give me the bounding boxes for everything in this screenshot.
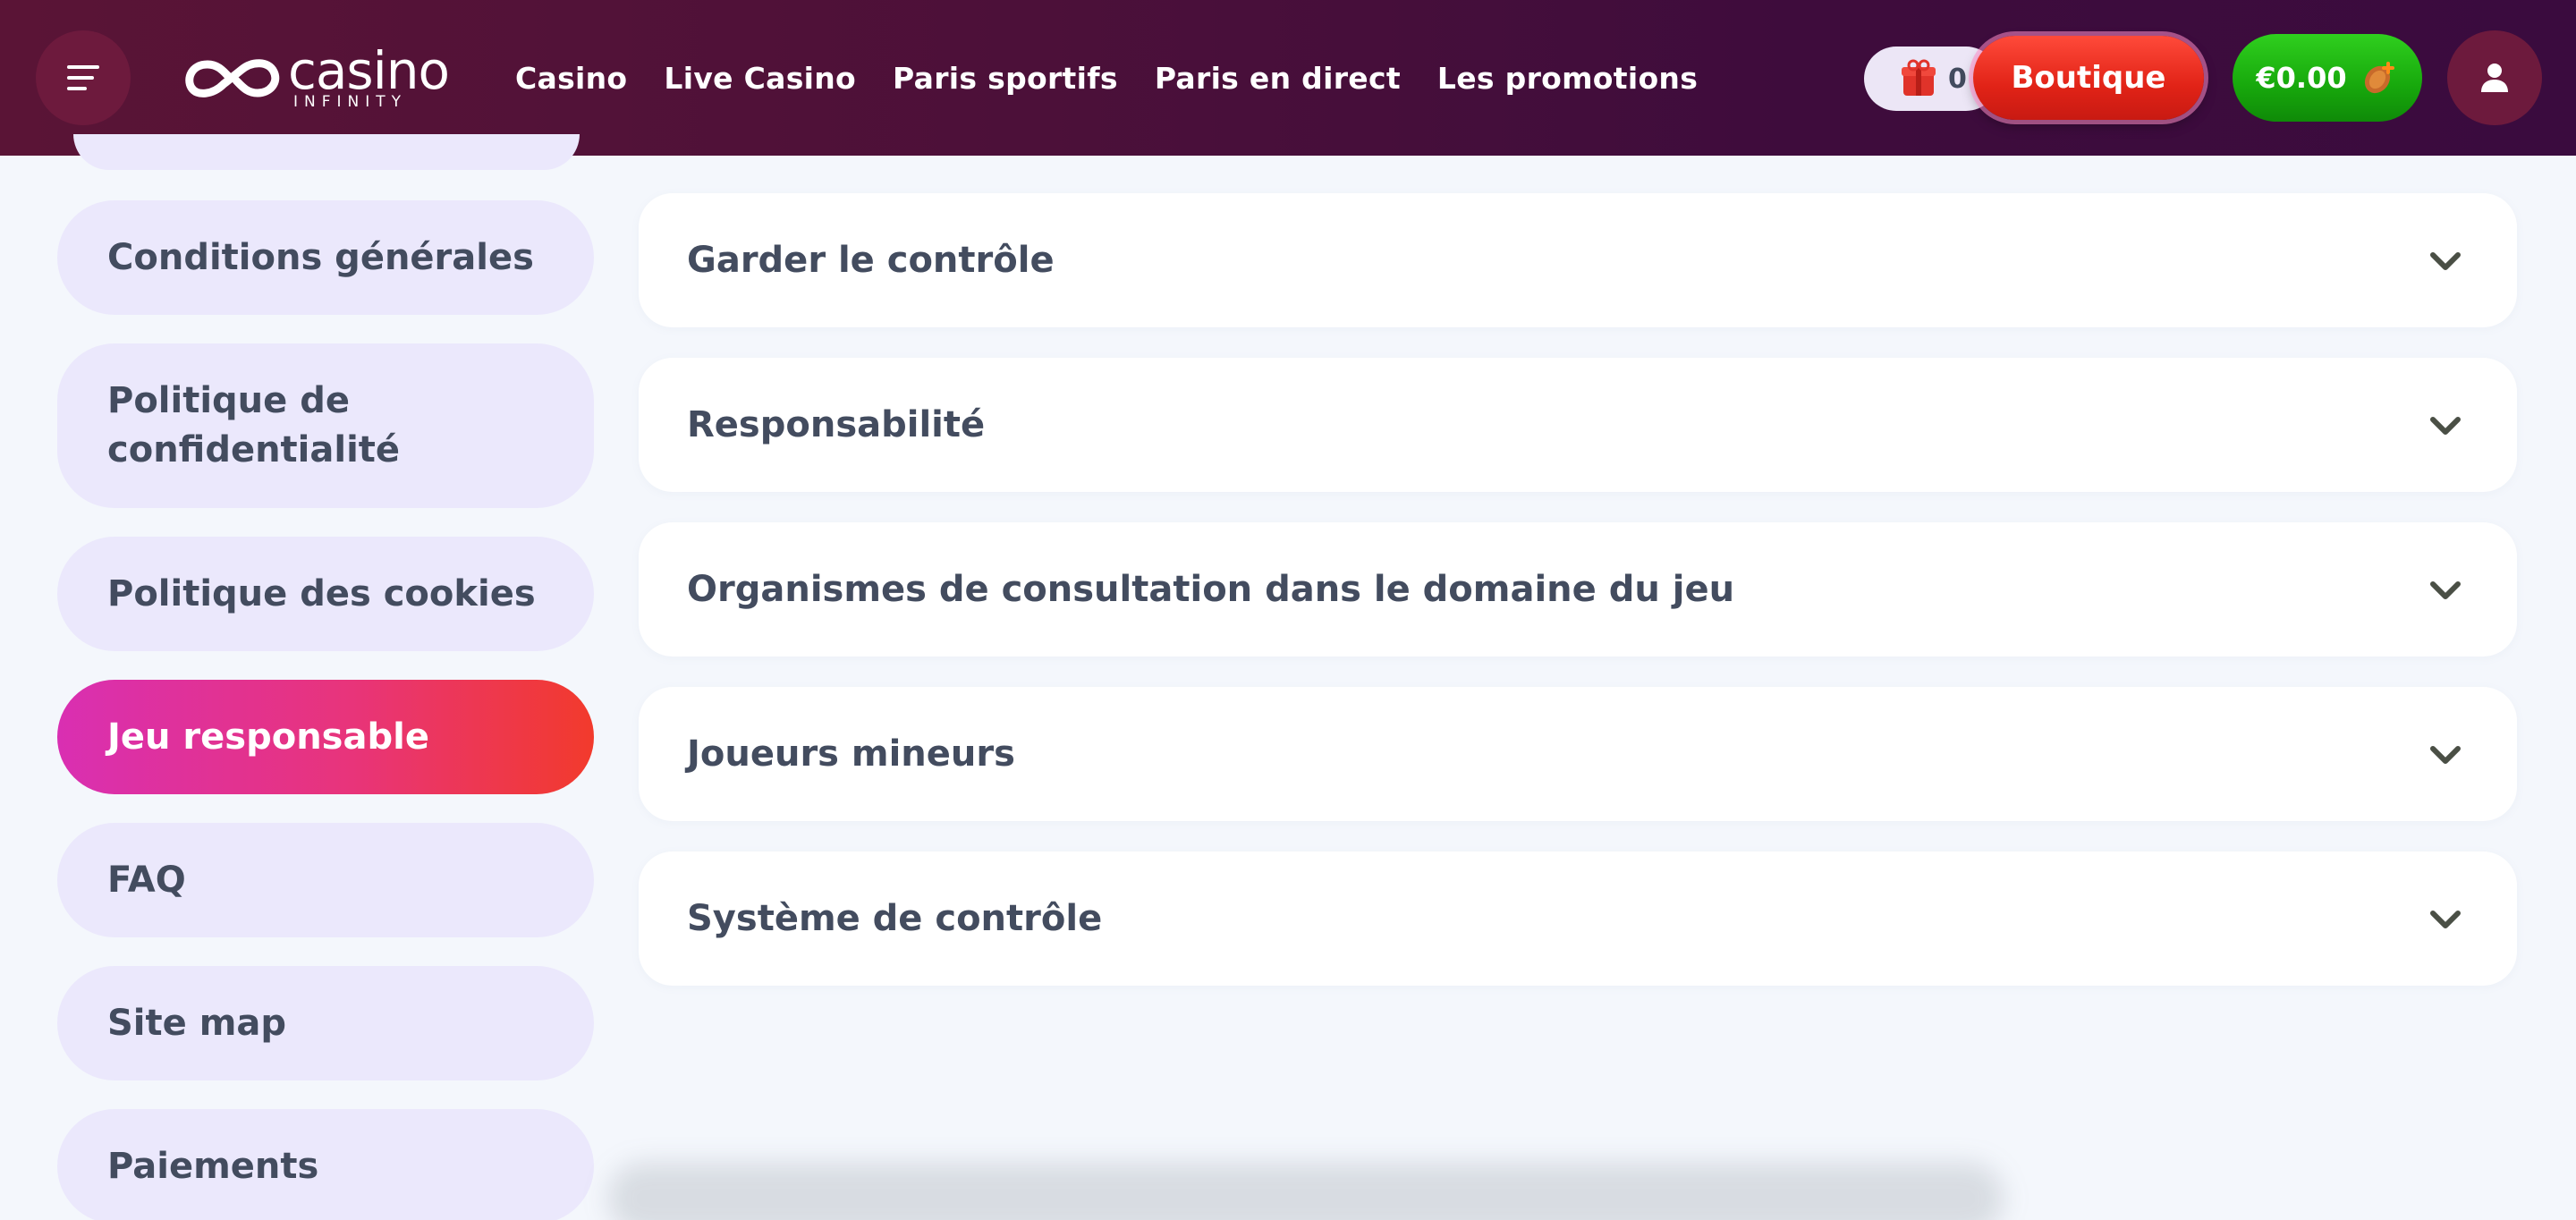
casino-infinity-logo[interactable]: casino INFINITY [179,43,462,114]
logo-wordmark: casino [288,40,450,101]
accordion-title: Joueurs mineurs [687,733,1015,775]
chevron-down-icon [2430,252,2461,270]
sidebar-item-conditions-generales[interactable]: Conditions générales [57,200,594,315]
boutique-button[interactable]: Boutique [1973,36,2204,120]
sidebar-item-site-map[interactable]: Site map [57,966,594,1080]
sidebar-item-jeu-responsable[interactable]: Jeu responsable [57,680,594,794]
accordion-title: Système de contrôle [687,898,1103,939]
main-nav: Casino Live Casino Paris sportifs Paris … [515,54,1698,102]
nav-link-les-promotions[interactable]: Les promotions [1437,61,1698,96]
user-account-button[interactable] [2447,30,2542,125]
nav-link-paris-sportifs[interactable]: Paris sportifs [893,61,1118,96]
bottom-overlay-shadow [608,1163,2004,1220]
nav-link-paris-en-direct[interactable]: Paris en direct [1155,61,1401,96]
accordion-item-garder-le-controle[interactable]: Garder le contrôle [639,193,2517,327]
sidebar-item-faq[interactable]: FAQ [57,823,594,937]
user-icon [2481,64,2508,92]
chevron-down-icon [2430,746,2461,764]
balance-amount: €0.00 [2256,61,2347,95]
chevron-down-icon [2430,417,2461,435]
gift-box-icon [1902,59,1936,96]
hamburger-menu-button[interactable] [36,30,131,125]
accordion-title: Garder le contrôle [687,240,1055,281]
accordion-item-joueurs-mineurs[interactable]: Joueurs mineurs [639,687,2517,821]
infinity-logo-icon [185,59,280,97]
accordion-title: Organismes de consultation dans le domai… [687,569,1735,610]
accordion-title: Responsabilité [687,404,986,445]
sidebar-item-politique-de-confidentialite[interactable]: Politique de confidentialité [57,343,594,508]
nav-link-casino[interactable]: Casino [515,61,627,96]
wallet-plus-icon [2364,62,2394,94]
chevron-down-icon [2430,581,2461,599]
nav-link-live-casino[interactable]: Live Casino [664,61,856,96]
menu-icon [67,65,99,90]
accordion-item-systeme-de-controle[interactable]: Système de contrôle [639,851,2517,986]
accordion-item-responsabilite[interactable]: Responsabilité [639,358,2517,492]
sidebar-item-politique-des-cookies[interactable]: Politique des cookies [57,537,594,651]
accordion-item-organismes-de-consultation[interactable]: Organismes de consultation dans le domai… [639,522,2517,657]
logo-subtitle: INFINITY [293,93,408,111]
chevron-down-icon [2430,911,2461,928]
sidebar-item-partial[interactable] [73,134,580,170]
coins-count: 0 [1948,63,1967,95]
deposit-balance-button[interactable]: €0.00 [2233,34,2422,122]
sidebar-item-paiements[interactable]: Paiements [57,1109,594,1220]
site-header: casino INFINITY Casino Live Casino Paris… [0,0,2576,156]
